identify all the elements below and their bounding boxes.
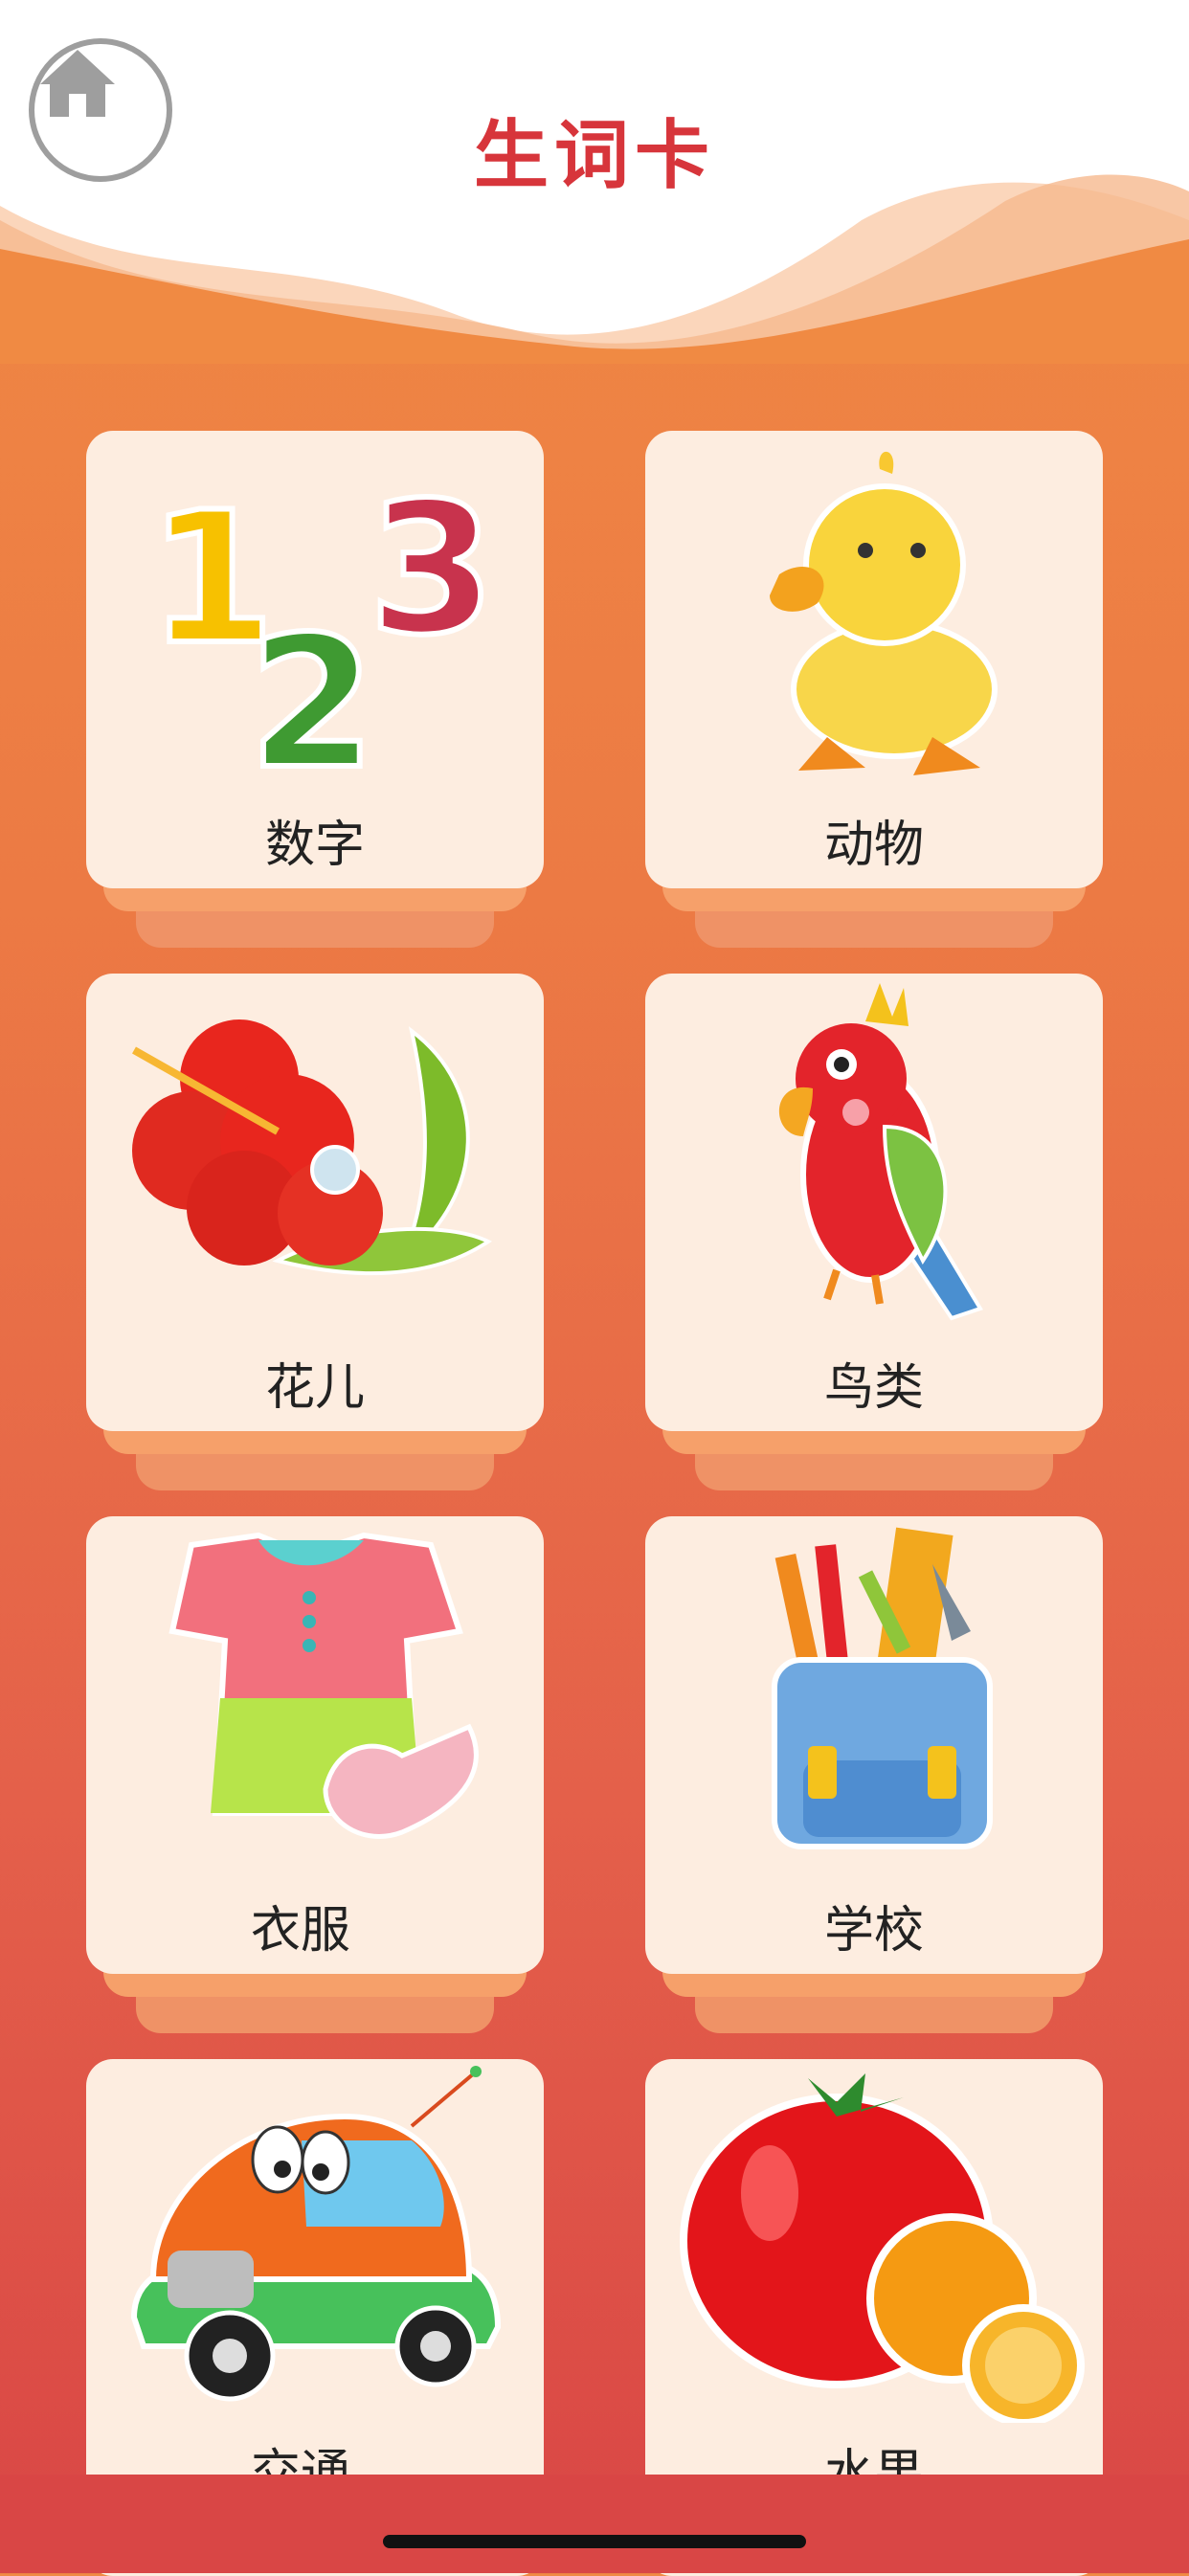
bottom-fade [0, 2475, 1189, 2573]
tomato-orange-icon [680, 2073, 1085, 2423]
category-label: 学校 [823, 1902, 924, 1960]
category-card-school[interactable]: 学校 [645, 1516, 1103, 2033]
dress-socks-icon [168, 1532, 479, 1839]
category-card-animals[interactable]: 动物 [645, 431, 1103, 948]
category-label: 动物 [823, 817, 924, 874]
page-title: 生词卡 [473, 113, 715, 199]
svg-text:2: 2 [249, 597, 375, 795]
category-label: 花儿 [264, 1359, 365, 1417]
category-label: 衣服 [250, 1902, 350, 1960]
category-card-birds[interactable]: 鸟类 [645, 974, 1103, 1490]
category-label: 数字 [264, 817, 365, 874]
parrot-icon [778, 983, 983, 1321]
home-indicator [383, 2535, 806, 2548]
svg-text:3: 3 [369, 463, 495, 675]
category-card-flowers[interactable]: 花儿 [86, 974, 544, 1490]
category-card-numbers[interactable]: 1 2 3 数字 [86, 431, 544, 948]
duck-icon [770, 451, 998, 775]
numbers-123-icon: 1 2 3 [146, 460, 498, 795]
school-bag-icon [772, 1527, 993, 1849]
toy-car-icon [130, 2066, 502, 2402]
header: 生词卡 [0, 0, 1189, 364]
category-card-clothes[interactable]: 衣服 [86, 1516, 544, 2033]
hibiscus-flower-icon [132, 1019, 492, 1276]
category-label: 鸟类 [823, 1359, 924, 1417]
